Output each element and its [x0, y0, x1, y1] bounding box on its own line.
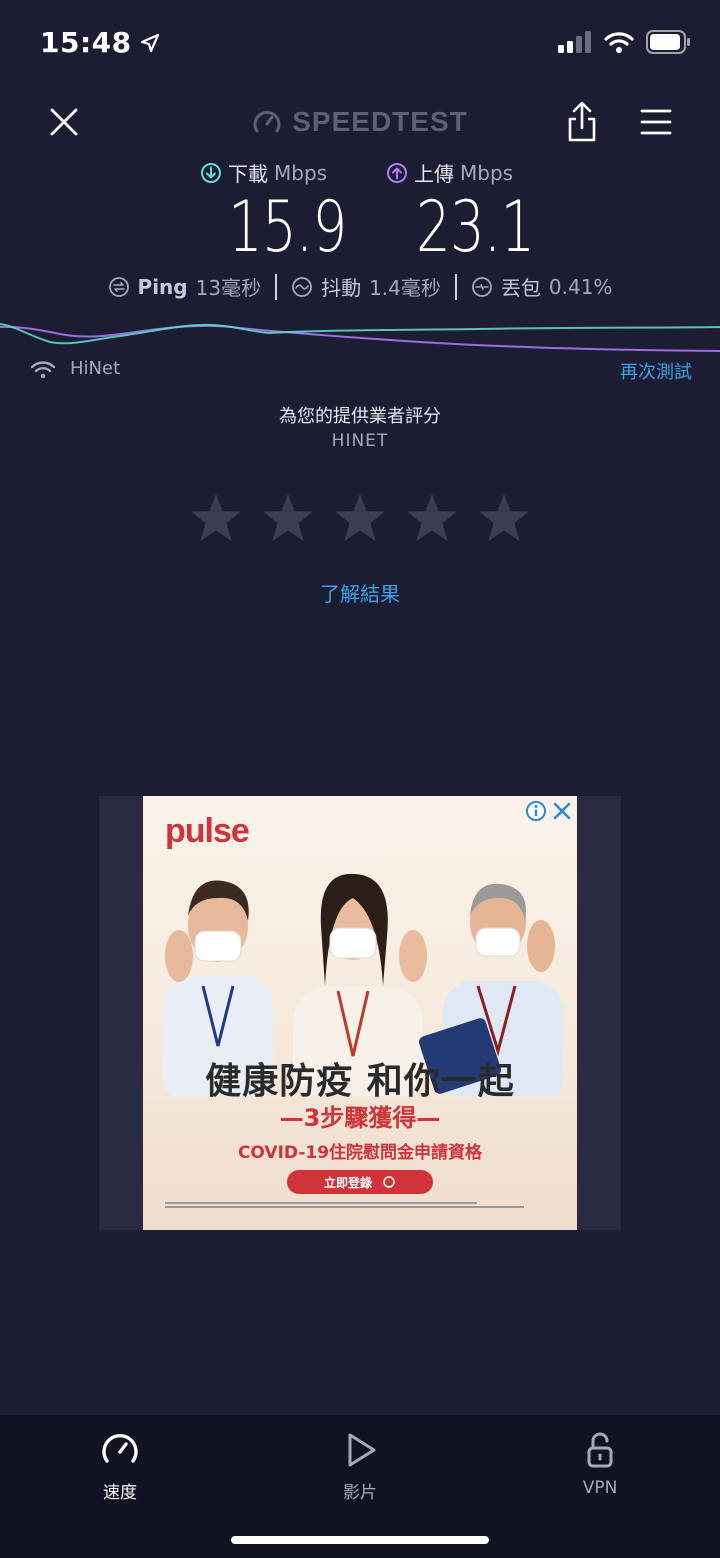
star-icon[interactable] [477, 492, 531, 544]
rating-provider: HINET [331, 431, 389, 451]
tab-vpn[interactable]: VPN [540, 1430, 660, 1498]
ad-controls [525, 800, 573, 822]
star-rating [0, 492, 720, 544]
ad-subheadline: —3步驟獲得— [279, 1104, 441, 1132]
upload-value: 23.1 [416, 186, 535, 268]
menu-icon [640, 109, 672, 135]
download-label: 下載 [228, 162, 268, 186]
status-indicators [558, 30, 692, 54]
play-icon [348, 1433, 376, 1467]
ad-line: COVID-19住院慰問金申請資格 [237, 1143, 483, 1163]
location-arrow-icon [140, 33, 159, 52]
tab-video[interactable]: 影片 [300, 1430, 420, 1503]
download-unit: Mbps [274, 160, 328, 185]
download-value: 15.9 [228, 186, 347, 268]
jitter-value: 1.4毫秒 [369, 276, 441, 300]
tab-speed[interactable]: 速度 [60, 1430, 180, 1503]
battery-icon [646, 30, 690, 54]
ping-icon [108, 276, 129, 297]
upload-unit: Mbps [460, 160, 514, 185]
speed-graph [0, 323, 720, 352]
star-icon[interactable] [261, 492, 315, 544]
tab-vpn-label: VPN [582, 1478, 618, 1498]
wifi-icon [30, 360, 56, 378]
ping-metric: Ping 13毫秒 [94, 272, 276, 301]
isp-row: HiNet [30, 358, 120, 379]
tab-speed-label: 速度 [103, 1483, 137, 1503]
upload-label: 上傳 [414, 162, 454, 186]
speedometer-icon [102, 1433, 138, 1463]
ad-cta-label: 立即登錄 [323, 1175, 372, 1190]
ad-fine-print [165, 1200, 555, 1210]
ad-headline: 健康防疫 和你一起 [205, 1061, 515, 1102]
packet-loss-label: 丟包 [500, 276, 541, 300]
home-indicator[interactable] [231, 1536, 489, 1544]
star-icon[interactable] [405, 492, 459, 544]
star-icon[interactable] [333, 492, 387, 544]
learn-results-link[interactable]: 了解結果 [0, 578, 720, 607]
star-icon[interactable] [189, 492, 243, 544]
packet-loss-metric: 丟包 0.41% [457, 272, 627, 301]
lock-icon [587, 1432, 613, 1468]
ad-banner[interactable]: pulse 健康防疫 和你一起 —3步驟獲得— COVID-19住院慰問金申請資… [143, 796, 577, 1230]
info-icon[interactable] [525, 800, 547, 822]
download-arrow-icon [201, 162, 221, 183]
ad-cta-button[interactable]: 立即登錄 [287, 1170, 433, 1194]
download-header: 下載 Mbps [200, 158, 327, 187]
metrics-row: Ping 13毫秒 抖動 1.4毫秒 丟包 0.41% [0, 272, 720, 301]
status-time: 15:48 [40, 26, 160, 59]
upload-header: 上傳 Mbps [386, 158, 513, 187]
ping-label: Ping [137, 274, 188, 299]
ad-close-icon[interactable] [551, 800, 573, 822]
tab-video-label: 影片 [343, 1483, 377, 1503]
signal-icon [558, 31, 591, 53]
pointer-icon [383, 1176, 395, 1188]
isp-name: HiNet [70, 358, 121, 379]
speedometer-icon [253, 110, 281, 133]
share-button[interactable] [564, 100, 600, 144]
share-icon [568, 101, 596, 142]
packet-loss-icon [471, 276, 492, 297]
logo-text: SPEEDTEST [292, 106, 468, 137]
rating-title: 為您的提供業者評分 [279, 406, 441, 427]
jitter-icon [292, 276, 312, 297]
packet-loss-value: 0.41% [548, 274, 613, 299]
retest-button[interactable]: 再次測試 [620, 358, 692, 384]
download-graph-line [0, 323, 720, 345]
jitter-label: 抖動 [321, 276, 362, 300]
jitter-metric: 抖動 1.4毫秒 [277, 272, 455, 301]
speedtest-logo: SPEEDTEST [0, 106, 720, 138]
wifi-icon [604, 32, 634, 53]
upload-arrow-icon [387, 162, 407, 183]
ping-value: 13毫秒 [195, 276, 262, 300]
menu-button[interactable] [638, 106, 674, 138]
